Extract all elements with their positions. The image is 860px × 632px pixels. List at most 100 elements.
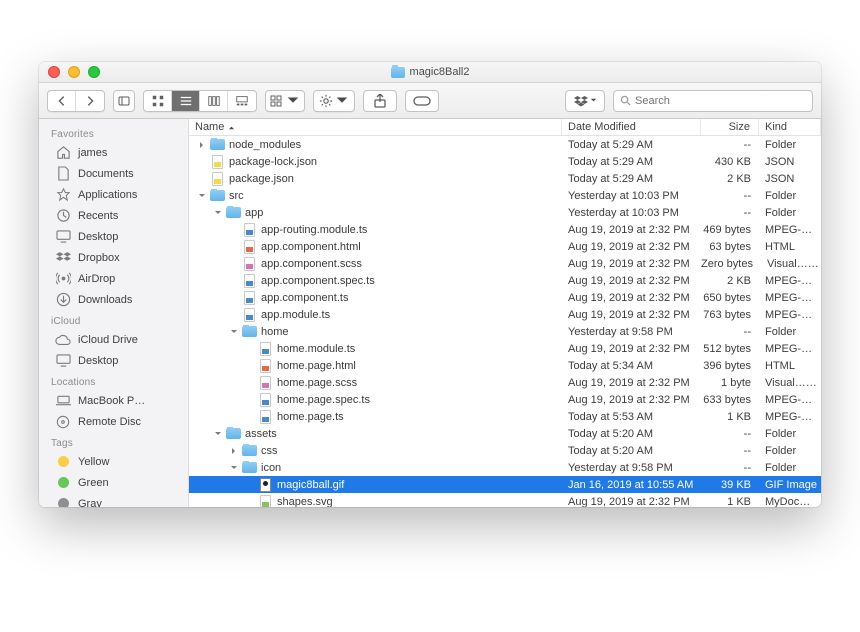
file-row[interactable]: app.component.html Aug 19, 2019 at 2:32 P… <box>189 238 821 255</box>
sidebar-item-label: MacBook P… <box>78 395 145 407</box>
cloud-icon <box>55 332 71 348</box>
sidebar-item[interactable]: james <box>39 142 188 163</box>
file-row[interactable]: home.page.tsToday at 5:53 AM1 KBMPEG-…St… <box>189 408 821 425</box>
file-date: Aug 19, 2019 at 2:32 PM <box>562 309 701 321</box>
disclosure-arrow-icon[interactable] <box>229 327 239 337</box>
file-row[interactable]: magic8ball.gifJan 16, 2019 at 10:55 AM39… <box>189 476 821 493</box>
file-row[interactable]: app.component.tsAug 19, 2019 at 2:32 PM6… <box>189 289 821 306</box>
file-row[interactable]: home.page.scssAug 19, 2019 at 2:32 PM1 b… <box>189 374 821 391</box>
list-view-button[interactable] <box>172 91 200 111</box>
sidebar-item-label: Remote Disc <box>78 416 141 428</box>
file-row[interactable]: app.module.tsAug 19, 2019 at 2:32 PM763 … <box>189 306 821 323</box>
titlebar[interactable]: magic8Ball2 <box>39 62 821 83</box>
gallery-view-button[interactable] <box>228 91 256 111</box>
file-date: Yesterday at 10:03 PM <box>562 207 701 219</box>
file-kind: MPEG-…Stream <box>759 411 821 423</box>
header-date[interactable]: Date Modified <box>562 119 701 135</box>
minimize-button[interactable] <box>68 66 80 78</box>
sidebar-item[interactable]: MacBook P… <box>39 390 188 411</box>
file-size: 512 bytes <box>701 343 759 355</box>
sidebar-item[interactable]: Remote Disc <box>39 411 188 432</box>
search-field[interactable] <box>613 90 813 112</box>
file-icon <box>242 223 257 237</box>
file-row[interactable]: assetsToday at 5:20 AM--Folder <box>189 425 821 442</box>
file-row[interactable]: shapes.svgAug 19, 2019 at 2:32 PM1 KBMyD… <box>189 493 821 507</box>
sidebar-item-label: Downloads <box>78 294 132 306</box>
file-row[interactable]: app.component.scssAug 19, 2019 at 2:32 P… <box>189 255 821 272</box>
file-row[interactable]: node_modulesToday at 5:29 AM--Folder <box>189 136 821 153</box>
sidebar-item[interactable]: AirDrop <box>39 268 188 289</box>
disclosure-arrow-icon[interactable] <box>197 191 207 201</box>
action-button[interactable] <box>313 90 355 112</box>
header-name[interactable]: Name <box>189 119 562 135</box>
disclosure-arrow-icon[interactable] <box>229 446 239 456</box>
header-size[interactable]: Size <box>701 119 759 135</box>
icon-view-button[interactable] <box>144 91 172 111</box>
forward-button[interactable] <box>76 91 104 111</box>
file-size: -- <box>701 462 759 474</box>
file-icon <box>210 172 225 186</box>
zoom-button[interactable] <box>88 66 100 78</box>
tag-dot-icon <box>55 496 71 508</box>
column-view-button[interactable] <box>200 91 228 111</box>
file-row[interactable]: cssToday at 5:20 AM--Folder <box>189 442 821 459</box>
file-icon <box>258 495 273 508</box>
file-row[interactable]: home.page.spec.tsAug 19, 2019 at 2:32 PM… <box>189 391 821 408</box>
file-row[interactable]: iconYesterday at 9:58 PM--Folder <box>189 459 821 476</box>
file-size: 763 bytes <box>701 309 759 321</box>
share-button[interactable] <box>363 90 397 112</box>
header-kind[interactable]: Kind <box>759 119 821 135</box>
file-kind: Folder <box>759 462 821 474</box>
file-icon <box>258 410 273 424</box>
desktop-icon <box>55 229 71 245</box>
file-list[interactable]: node_modulesToday at 5:29 AM--Folderpack… <box>189 136 821 507</box>
file-icon <box>258 393 273 407</box>
window-controls <box>39 66 100 78</box>
disclosure-arrow-icon <box>245 497 255 507</box>
sidebar-item[interactable]: Desktop <box>39 226 188 247</box>
sidebar-item[interactable]: Recents <box>39 205 188 226</box>
sidebar-item[interactable]: Documents <box>39 163 188 184</box>
file-date: Today at 5:29 AM <box>562 173 701 185</box>
arrange-button[interactable] <box>265 90 305 112</box>
disclosure-arrow-icon[interactable] <box>213 208 223 218</box>
disclosure-arrow-icon[interactable] <box>197 140 207 150</box>
sidebar-item[interactable]: Dropbox <box>39 247 188 268</box>
sidebar-item-label: james <box>78 147 107 159</box>
sidebar-item[interactable]: Downloads <box>39 289 188 310</box>
file-name: app.component.html <box>261 241 361 253</box>
tags-button[interactable] <box>405 90 439 112</box>
file-row[interactable]: srcYesterday at 10:03 PM--Folder <box>189 187 821 204</box>
file-row[interactable]: package-lock.jsonToday at 5:29 AM430 KBJ… <box>189 153 821 170</box>
file-date: Aug 19, 2019 at 2:32 PM <box>562 241 701 253</box>
airdrop-icon <box>55 271 71 287</box>
sidebar-item[interactable]: Yellow <box>39 451 188 472</box>
sidebar-toggle[interactable] <box>113 90 135 112</box>
file-row[interactable]: package.jsonToday at 5:29 AM2 KBJSON <box>189 170 821 187</box>
file-kind: HTML <box>759 360 821 372</box>
back-button[interactable] <box>48 91 76 111</box>
disclosure-arrow-icon[interactable] <box>213 429 223 439</box>
file-kind: Folder <box>759 445 821 457</box>
file-date: Today at 5:20 AM <box>562 445 701 457</box>
sidebar-item[interactable]: Green <box>39 472 188 493</box>
file-row[interactable]: app-routing.module.tsAug 19, 2019 at 2:3… <box>189 221 821 238</box>
sidebar-item[interactable]: Applications <box>39 184 188 205</box>
file-kind: Folder <box>759 428 821 440</box>
file-name: app.component.scss <box>261 258 362 270</box>
clock-icon <box>55 208 71 224</box>
file-name: home <box>261 326 289 338</box>
dropbox-button[interactable] <box>565 90 605 112</box>
file-kind: JSON <box>759 156 821 168</box>
file-row[interactable]: home.page.htmlToday at 5:34 AM396 bytesH… <box>189 357 821 374</box>
file-row[interactable]: homeYesterday at 9:58 PM--Folder <box>189 323 821 340</box>
sidebar-item[interactable]: iCloud Drive <box>39 329 188 350</box>
file-row[interactable]: appYesterday at 10:03 PM--Folder <box>189 204 821 221</box>
sidebar-item[interactable]: Gray <box>39 493 188 507</box>
search-input[interactable] <box>635 95 806 107</box>
file-row[interactable]: app.component.spec.tsAug 19, 2019 at 2:3… <box>189 272 821 289</box>
disclosure-arrow-icon[interactable] <box>229 463 239 473</box>
file-row[interactable]: home.module.tsAug 19, 2019 at 2:32 PM512… <box>189 340 821 357</box>
sidebar-item[interactable]: Desktop <box>39 350 188 371</box>
close-button[interactable] <box>48 66 60 78</box>
